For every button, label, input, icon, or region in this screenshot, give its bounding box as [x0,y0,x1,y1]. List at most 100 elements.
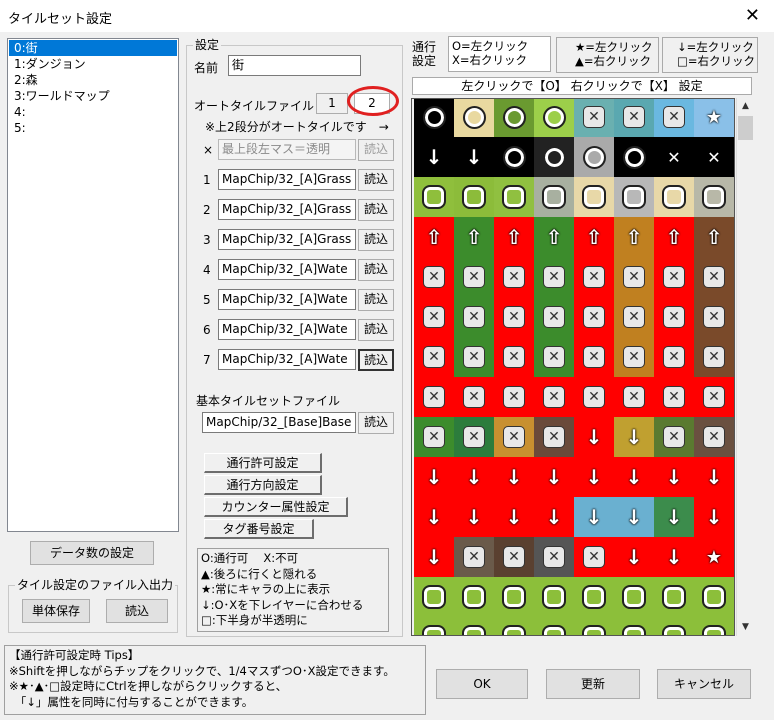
tile-cell[interactable] [574,137,614,177]
tile-cell[interactable]: ↓ [414,497,454,537]
tile-cell[interactable]: ✕ [534,257,574,297]
tile-cell[interactable]: ↓ [454,457,494,497]
autotile-file-field[interactable]: MapChip/32_[A]Grass [218,169,356,190]
tile-cell[interactable]: ↓ [614,417,654,457]
tab-star-triangle[interactable]: ★=左クリック ▲=右クリック [556,37,659,73]
tile-cell[interactable]: ✕ [614,377,654,417]
tileset-list-item[interactable]: 2:森 [8,72,178,88]
tile-cell[interactable]: ↓ [574,457,614,497]
tile-cell[interactable] [494,617,534,635]
tile-cell[interactable] [454,99,494,137]
autotile-file-field[interactable]: MapChip/32_[A]Wate [218,319,356,340]
tile-cell[interactable]: ✕ [454,537,494,577]
autotile-load-button[interactable]: 読込 [358,139,394,161]
base-tileset-load-button[interactable]: 読込 [358,412,394,434]
tileset-list-item[interactable]: 1:ダンジョン [8,56,178,72]
tile-cell[interactable]: ✕ [694,417,734,457]
autotile-load-button[interactable]: 読込 [358,349,394,371]
tileset-list-item[interactable]: 0:街 [9,40,177,56]
tile-cell[interactable] [654,577,694,617]
tile-cell[interactable]: ✕ [654,377,694,417]
tile-cell[interactable]: ✕ [654,337,694,377]
tile-cell[interactable] [654,617,694,635]
autotile-page-1[interactable]: 1 [316,93,348,114]
tile-cell[interactable]: ✕ [414,297,454,337]
tile-cell[interactable] [654,177,694,217]
tile-cell[interactable]: ↓ [414,537,454,577]
tile-cell[interactable] [414,177,454,217]
tile-cell[interactable] [414,577,454,617]
tile-cell[interactable]: ↓ [694,457,734,497]
tile-cell[interactable]: ⇧ [694,217,734,257]
tile-cell[interactable]: ✕ [574,337,614,377]
tag-number-button[interactable]: タグ番号設定 [204,519,314,539]
update-button[interactable]: 更新 [546,669,640,699]
autotile-load-button[interactable]: 読込 [358,229,394,251]
tileset-list-item[interactable]: 4: [8,104,178,120]
tile-cell[interactable]: ✕ [494,297,534,337]
tile-cell[interactable] [414,99,454,137]
tile-cell[interactable] [414,617,454,635]
tile-cell[interactable] [694,617,734,635]
tile-cell[interactable]: ↓ [614,457,654,497]
tile-cell[interactable]: ✕ [694,377,734,417]
tile-cell[interactable]: ✕ [614,99,654,137]
tile-cell[interactable]: ↓ [414,137,454,177]
tileset-list[interactable]: 0:街 1:ダンジョン 2:森 3:ワールドマップ 4: 5: [7,38,179,532]
tile-cell[interactable]: ↓ [574,417,614,457]
tile-cell[interactable] [454,177,494,217]
counter-attribute-button[interactable]: カウンター属性設定 [204,497,348,517]
tile-cell[interactable]: ✕ [654,257,694,297]
tile-cell[interactable]: ✕ [694,337,734,377]
tile-grid[interactable]: ✕ ✕ ✕ ★ ↓ ↓ ✕ ✕ ⇧ ⇧ ⇧ ⇧ ⇧ ⇧ ⇧ ⇧ ✕ ✕ ✕ ✕ ✕ ✕ ✕ ✕ ✕ ✕ ✕ ✕ ✕ ✕ ✕ ✕ ✕ ✕ ✕ ✕ ✕ ✕ ✕ ✕… [411,98,735,636]
autotile-load-button[interactable]: 読込 [358,289,394,311]
tile-cell[interactable]: ✕ [654,99,694,137]
tile-cell[interactable]: ✕ [414,337,454,377]
tile-cell[interactable]: ↓ [494,457,534,497]
tile-cell[interactable]: ✕ [494,377,534,417]
tile-cell[interactable]: ↓ [574,497,614,537]
tile-cell[interactable]: ✕ [574,99,614,137]
tile-cell[interactable]: ✕ [574,297,614,337]
tile-cell[interactable] [694,577,734,617]
close-icon[interactable]: ✕ [745,5,760,26]
tile-cell[interactable]: ✕ [454,297,494,337]
tile-cell[interactable] [534,137,574,177]
tile-cell[interactable] [574,577,614,617]
tile-cell[interactable]: ✕ [654,137,694,177]
scroll-down-icon[interactable]: ▼ [737,619,754,636]
tile-cell[interactable]: ✕ [454,417,494,457]
tile-cell[interactable]: ✕ [454,257,494,297]
tile-cell[interactable]: ↓ [654,537,694,577]
autotile-file-field[interactable]: MapChip/32_[A]Wate [218,259,356,280]
tile-cell[interactable] [494,577,534,617]
tile-cell[interactable]: ✕ [534,337,574,377]
tile-cell[interactable]: ✕ [414,417,454,457]
tile-cell[interactable]: ✕ [494,417,534,457]
autotile-file-field[interactable]: MapChip/32_[A]Grass [218,229,356,250]
autotile-file-field[interactable]: MapChip/32_[A]Wate [218,289,356,310]
tile-cell[interactable]: ✕ [694,137,734,177]
cancel-button[interactable]: キャンセル [657,669,751,699]
tile-cell[interactable] [494,99,534,137]
tile-cell[interactable]: ↓ [454,137,494,177]
direction-settings-button[interactable]: 通行方向設定 [204,475,322,495]
tile-cell[interactable]: ✕ [614,297,654,337]
autotile-file-field[interactable]: 最上段左マス＝透明 [218,139,356,160]
tab-arrow-square[interactable]: ↓=左クリック □=右クリック [662,37,758,73]
tile-cell[interactable]: ⇧ [614,217,654,257]
tile-cell[interactable]: ✕ [534,377,574,417]
tile-cell[interactable]: ⇧ [494,217,534,257]
tile-cell[interactable]: ↓ [414,457,454,497]
tile-cell[interactable]: ✕ [454,377,494,417]
tile-cell[interactable]: ✕ [454,337,494,377]
tile-cell[interactable]: ✕ [414,257,454,297]
tileset-list-item[interactable]: 3:ワールドマップ [8,88,178,104]
tile-cell[interactable]: ★ [694,537,734,577]
tile-cell[interactable] [574,177,614,217]
single-save-button[interactable]: 単体保存 [22,599,90,623]
tile-cell[interactable] [694,177,734,217]
tile-cell[interactable]: ✕ [654,417,694,457]
file-load-button[interactable]: 読込 [106,599,168,623]
tile-cell[interactable]: ⇧ [454,217,494,257]
